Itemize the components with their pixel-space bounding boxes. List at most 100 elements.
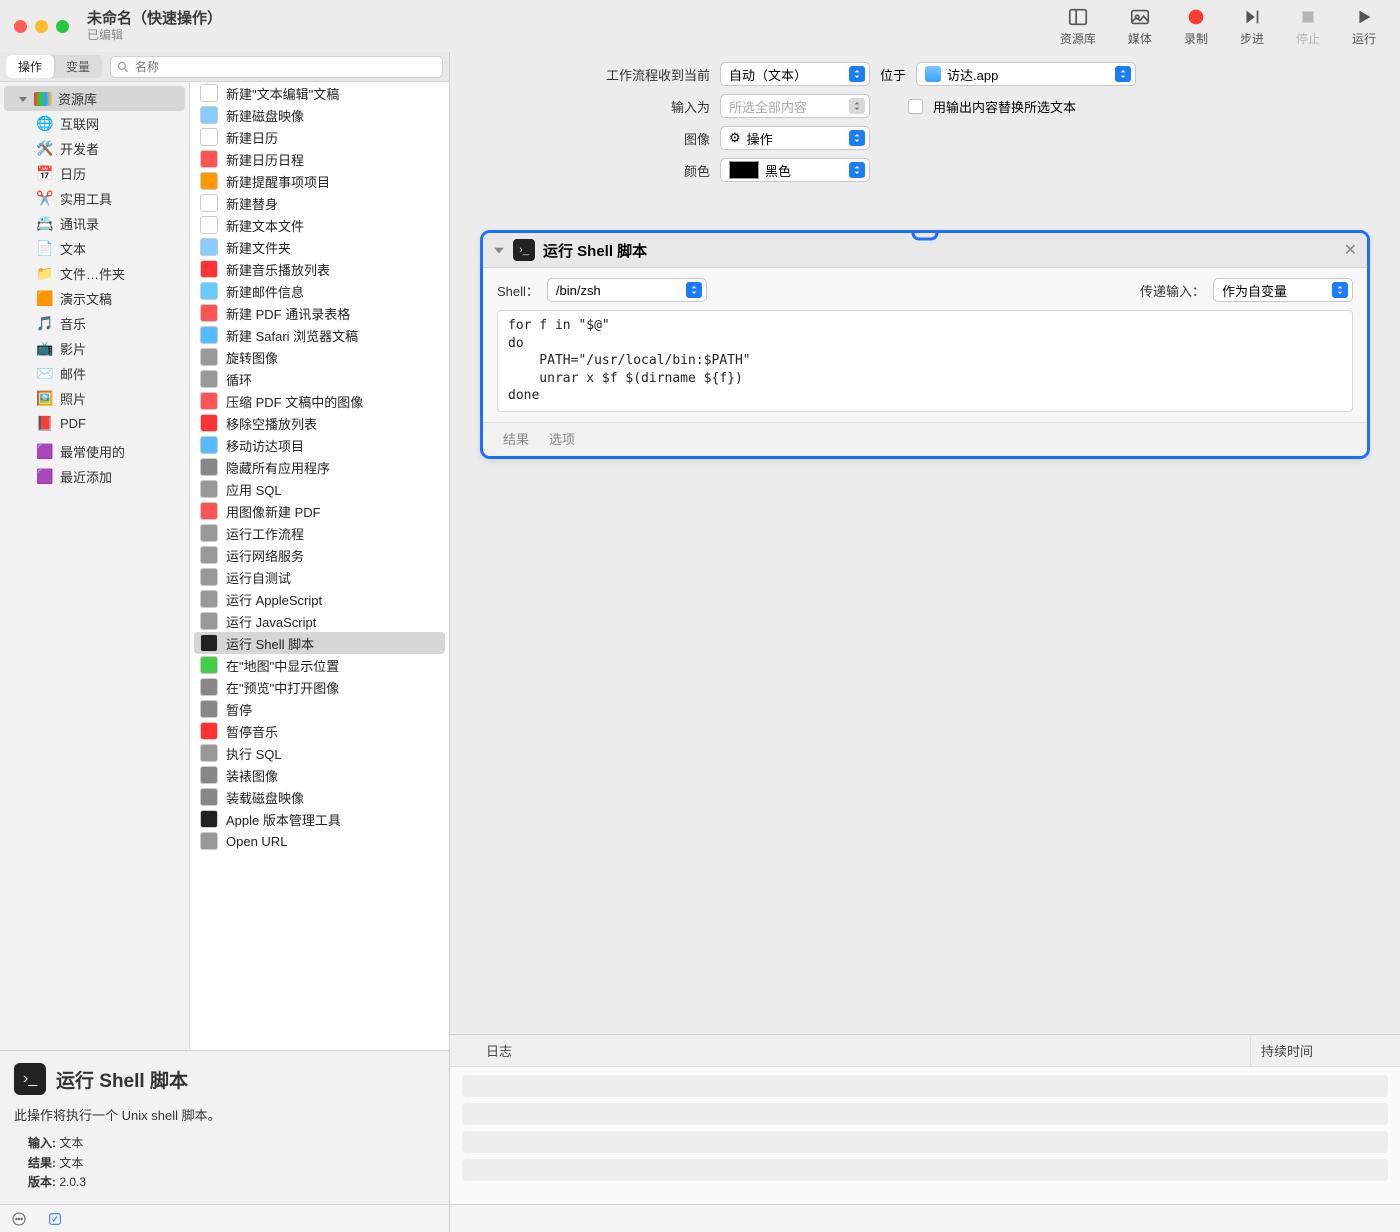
action-item[interactable]: 运行工作流程 <box>190 522 449 544</box>
window-controls <box>14 20 69 33</box>
action-item[interactable]: 用图像新建 PDF <box>190 500 449 522</box>
record-button[interactable]: 录制 <box>1184 6 1208 47</box>
gear-icon: ⚙︎ <box>729 130 741 146</box>
record-icon <box>1185 6 1207 28</box>
log-col-log[interactable]: 日志 <box>450 1035 1250 1066</box>
action-item[interactable]: 运行网络服务 <box>190 544 449 566</box>
category-item[interactable]: ✉️邮件 <box>0 361 189 386</box>
action-item[interactable]: 运行 JavaScript <box>190 610 449 632</box>
action-list[interactable]: 新建"文本编辑"文稿新建磁盘映像新建日历新建日历日程新建提醒事项项目新建替身新建… <box>190 82 449 1050</box>
media-button[interactable]: 媒体 <box>1128 6 1152 47</box>
toggle-description-button[interactable] <box>46 1210 64 1228</box>
category-item[interactable]: 🛠️开发者 <box>0 136 189 161</box>
category-icon: ✉️ <box>36 365 54 383</box>
step-button[interactable]: 步进 <box>1240 6 1264 47</box>
log-col-duration[interactable]: 持续时间 <box>1250 1035 1400 1066</box>
log-row <box>462 1103 1388 1125</box>
action-item[interactable]: 新建提醒事项项目 <box>190 170 449 192</box>
search-field[interactable] <box>110 56 443 78</box>
action-item[interactable]: 在"预览"中打开图像 <box>190 676 449 698</box>
action-item[interactable]: 循环 <box>190 368 449 390</box>
category-item[interactable]: 📅日历 <box>0 161 189 186</box>
action-item[interactable]: Open URL <box>190 830 449 852</box>
action-item[interactable]: 运行 AppleScript <box>190 588 449 610</box>
action-icon <box>200 370 218 388</box>
in-label: 位于 <box>880 65 906 84</box>
zoom-icon[interactable] <box>56 20 69 33</box>
category-item[interactable]: 📺影片 <box>0 336 189 361</box>
shell-dropdown[interactable]: /bin/zsh <box>547 278 707 302</box>
action-item[interactable]: 装裱图像 <box>190 764 449 786</box>
action-item[interactable]: 新建邮件信息 <box>190 280 449 302</box>
action-item[interactable]: 新建文本文件 <box>190 214 449 236</box>
action-icon <box>200 678 218 696</box>
action-item[interactable]: Apple 版本管理工具 <box>190 808 449 830</box>
action-card[interactable]: ›_ 运行 Shell 脚本 ✕ Shell： /bin/zsh 传递输入： <box>480 230 1370 459</box>
run-button[interactable]: 运行 <box>1352 6 1376 47</box>
action-item[interactable]: 新建音乐播放列表 <box>190 258 449 280</box>
tab-actions[interactable]: 操作 <box>6 55 54 78</box>
receives-dropdown[interactable]: 自动（文本） <box>720 62 870 86</box>
action-item[interactable]: 新建"文本编辑"文稿 <box>190 82 449 104</box>
pass-label: 传递输入： <box>1140 281 1205 300</box>
action-icon <box>200 414 218 432</box>
action-item[interactable]: 新建 Safari 浏览器文稿 <box>190 324 449 346</box>
action-item[interactable]: 装载磁盘映像 <box>190 786 449 808</box>
category-item[interactable]: 🟪最近添加 <box>0 464 189 489</box>
category-icon: 🟧 <box>36 290 54 308</box>
pass-dropdown[interactable]: 作为自变量 <box>1213 278 1353 302</box>
action-item[interactable]: 执行 SQL <box>190 742 449 764</box>
chevron-down-icon[interactable] <box>493 244 505 256</box>
replace-checkbox[interactable] <box>908 99 923 114</box>
action-item[interactable]: 新建文件夹 <box>190 236 449 258</box>
action-icon <box>200 832 218 850</box>
action-item[interactable]: 暂停 <box>190 698 449 720</box>
category-item[interactable]: 📄文本 <box>0 236 189 261</box>
action-item[interactable]: 暂停音乐 <box>190 720 449 742</box>
category-item[interactable]: 🟪最常使用的 <box>0 439 189 464</box>
action-item[interactable]: 应用 SQL <box>190 478 449 500</box>
category-item[interactable]: ✂️实用工具 <box>0 186 189 211</box>
action-item[interactable]: 新建磁盘映像 <box>190 104 449 126</box>
action-item[interactable]: 新建日历日程 <box>190 148 449 170</box>
action-item[interactable]: 新建日历 <box>190 126 449 148</box>
action-item[interactable]: 新建替身 <box>190 192 449 214</box>
options-tab[interactable]: 选项 <box>549 429 575 448</box>
category-item[interactable]: 🎵音乐 <box>0 311 189 336</box>
image-dropdown[interactable]: ⚙︎ 操作 <box>720 126 870 150</box>
search-input[interactable] <box>110 56 443 78</box>
action-icon <box>200 480 218 498</box>
category-library[interactable]: 资源库 <box>4 86 185 111</box>
tab-segment[interactable]: 操作 变量 <box>6 55 102 78</box>
script-textarea[interactable]: for f in "$@" do PATH="/usr/local/bin:$P… <box>497 310 1353 412</box>
action-item[interactable]: 运行 Shell 脚本 <box>194 632 445 654</box>
category-item[interactable]: 🖼️照片 <box>0 386 189 411</box>
action-item[interactable]: 移除空播放列表 <box>190 412 449 434</box>
action-icon <box>200 546 218 564</box>
tab-variables[interactable]: 变量 <box>54 55 102 78</box>
log-row <box>462 1131 1388 1153</box>
category-item[interactable]: 🌐互联网 <box>0 111 189 136</box>
in-dropdown[interactable]: 访达.app <box>916 62 1136 86</box>
close-icon[interactable] <box>14 20 27 33</box>
color-dropdown[interactable]: 黑色 <box>720 158 870 182</box>
category-item[interactable]: 📁文件…件夹 <box>0 261 189 286</box>
category-item[interactable]: 📕PDF <box>0 411 189 435</box>
category-list[interactable]: 资源库 🌐互联网🛠️开发者📅日历✂️实用工具📇通讯录📄文本📁文件…件夹🟧演示文稿… <box>0 82 190 1050</box>
action-item[interactable]: 在"地图"中显示位置 <box>190 654 449 676</box>
category-icon: 📁 <box>36 265 54 283</box>
input-as-dropdown[interactable]: 所选全部内容 <box>720 94 870 118</box>
action-item[interactable]: 压缩 PDF 文稿中的图像 <box>190 390 449 412</box>
action-item[interactable]: 旋转图像 <box>190 346 449 368</box>
minimize-icon[interactable] <box>35 20 48 33</box>
close-icon[interactable]: ✕ <box>1344 240 1357 260</box>
action-item[interactable]: 新建 PDF 通讯录表格 <box>190 302 449 324</box>
category-item[interactable]: 🟧演示文稿 <box>0 286 189 311</box>
action-item[interactable]: 运行自测试 <box>190 566 449 588</box>
category-item[interactable]: 📇通讯录 <box>0 211 189 236</box>
action-item[interactable]: 隐藏所有应用程序 <box>190 456 449 478</box>
more-button[interactable] <box>10 1210 28 1228</box>
results-tab[interactable]: 结果 <box>503 429 529 448</box>
action-item[interactable]: 移动访达项目 <box>190 434 449 456</box>
library-button[interactable]: 资源库 <box>1060 6 1096 47</box>
